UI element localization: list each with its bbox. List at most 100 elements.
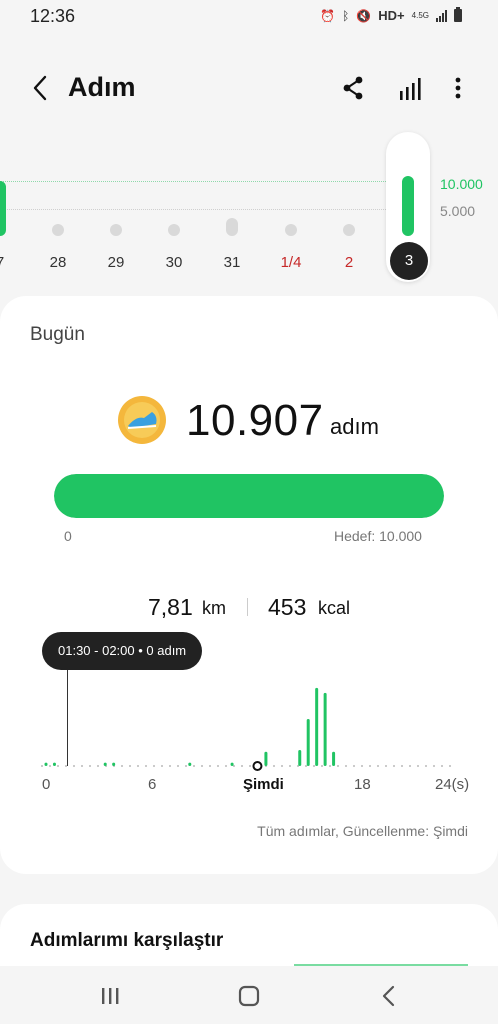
baseline-dot [249, 765, 251, 767]
recents-button[interactable] [94, 982, 126, 1010]
axis-label-now: Şimdi [243, 776, 284, 793]
hour-bar [103, 762, 107, 766]
hour-bar [112, 762, 116, 766]
baseline-dot [353, 765, 355, 767]
now-marker [252, 761, 263, 771]
hour-bar [44, 762, 48, 766]
more-options-button[interactable] [446, 74, 470, 102]
bluetooth-icon: ᛒ [342, 8, 350, 23]
baseline-dot [73, 765, 75, 767]
baseline-dot [217, 765, 219, 767]
baseline-dot [161, 765, 163, 767]
day-bar-2[interactable] [343, 224, 355, 236]
home-icon [238, 985, 260, 1007]
trends-button[interactable] [396, 74, 424, 102]
back-icon [382, 985, 395, 1007]
hourly-steps-chart[interactable] [0, 670, 498, 780]
stats-separator [247, 598, 248, 616]
progress-min-label: 0 [64, 528, 72, 544]
day-bar-28[interactable] [52, 224, 64, 236]
baseline-dot [41, 765, 43, 767]
baseline-dot [145, 765, 147, 767]
chevron-left-icon [33, 75, 47, 101]
baseline-dot [193, 765, 195, 767]
baseline-dot [169, 765, 171, 767]
status-time: 12:36 [30, 6, 76, 26]
baseline-dot [329, 765, 331, 767]
hour-tooltip: 01:30 - 02:00 • 0 adım [42, 632, 203, 670]
day-label-31[interactable]: 31 [212, 254, 252, 271]
hour-bar [264, 751, 268, 766]
day-label-7[interactable]: 7 [0, 254, 20, 271]
more-vertical-icon [455, 77, 461, 99]
axis-label-0: 0 [42, 776, 51, 793]
system-back-button[interactable] [373, 982, 405, 1010]
baseline-dot [209, 765, 211, 767]
baseline-dot [449, 765, 451, 767]
baseline-dot [441, 765, 443, 767]
baseline-dot [81, 765, 83, 767]
update-note: Tüm adımlar, Güncellenme: Şimdi [257, 823, 468, 839]
baseline-dot [177, 765, 179, 767]
baseline-dot [273, 765, 275, 767]
baseline-dot [433, 765, 435, 767]
baseline-dot [409, 765, 411, 767]
selected-day-badge[interactable]: 3 [390, 242, 428, 280]
share-button[interactable] [340, 74, 368, 102]
baseline-dot [361, 765, 363, 767]
steps-unit: adım [330, 414, 379, 439]
battery-icon [454, 7, 462, 22]
day-bar-29[interactable] [110, 224, 122, 236]
status-icons: ⏰ ᛒ 🔇 HD+ 4.5G [320, 7, 462, 23]
network-type: HD+ [378, 8, 405, 23]
axis-label-6: 6 [148, 776, 157, 793]
network-sub: 4.5G [411, 11, 429, 20]
day-label-30[interactable]: 30 [154, 254, 194, 271]
steps-count: 10.907 [186, 396, 324, 445]
hour-bar [188, 762, 192, 766]
baseline-dot [369, 765, 371, 767]
baseline-dot [97, 765, 99, 767]
baseline-dot [321, 765, 323, 767]
baseline-dot [289, 765, 291, 767]
goal-label: Hedef: 10.000 [334, 528, 422, 544]
day-label-28[interactable]: 28 [38, 254, 78, 271]
back-button[interactable] [24, 72, 56, 104]
day-bar-7[interactable] [0, 181, 6, 236]
day-bar-1/4[interactable] [285, 224, 297, 236]
baseline-dot [137, 765, 139, 767]
baseline-dot [241, 765, 243, 767]
baseline-dot [417, 765, 419, 767]
today-label: Bugün [30, 324, 85, 345]
baseline-dot [153, 765, 155, 767]
day-label-29[interactable]: 29 [96, 254, 136, 271]
baseline-dot [185, 765, 187, 767]
distance-unit: km [202, 598, 226, 618]
baseline-dot [49, 765, 51, 767]
hour-bar [52, 762, 56, 766]
half-goal-gridline [0, 209, 386, 210]
home-button[interactable] [233, 982, 265, 1010]
bar-chart-icon [400, 78, 421, 100]
hour-bar [230, 762, 234, 766]
baseline-dot [337, 765, 339, 767]
day-bar-31[interactable] [226, 218, 238, 236]
baseline-dot [377, 765, 379, 767]
alarm-icon: ⏰ [320, 8, 336, 23]
page-title: Adım [68, 72, 136, 102]
day-bar-30[interactable] [168, 224, 180, 236]
baseline-dot [65, 765, 67, 767]
hour-bar [323, 692, 327, 766]
goal-gridline [0, 181, 386, 182]
baseline-dot [121, 765, 123, 767]
day-label-1/4[interactable]: 1/4 [271, 254, 311, 271]
baseline-dot [425, 765, 427, 767]
baseline-dot [201, 765, 203, 767]
day-label-2[interactable]: 2 [329, 254, 369, 271]
compare-title: Adımlarımı karşılaştır [30, 930, 224, 951]
running-shoe-badge-icon [116, 394, 168, 446]
baseline-dot [225, 765, 227, 767]
hour-bar [315, 687, 319, 766]
day-bar-3[interactable] [402, 176, 414, 236]
axis-label-18: 18 [354, 776, 371, 793]
